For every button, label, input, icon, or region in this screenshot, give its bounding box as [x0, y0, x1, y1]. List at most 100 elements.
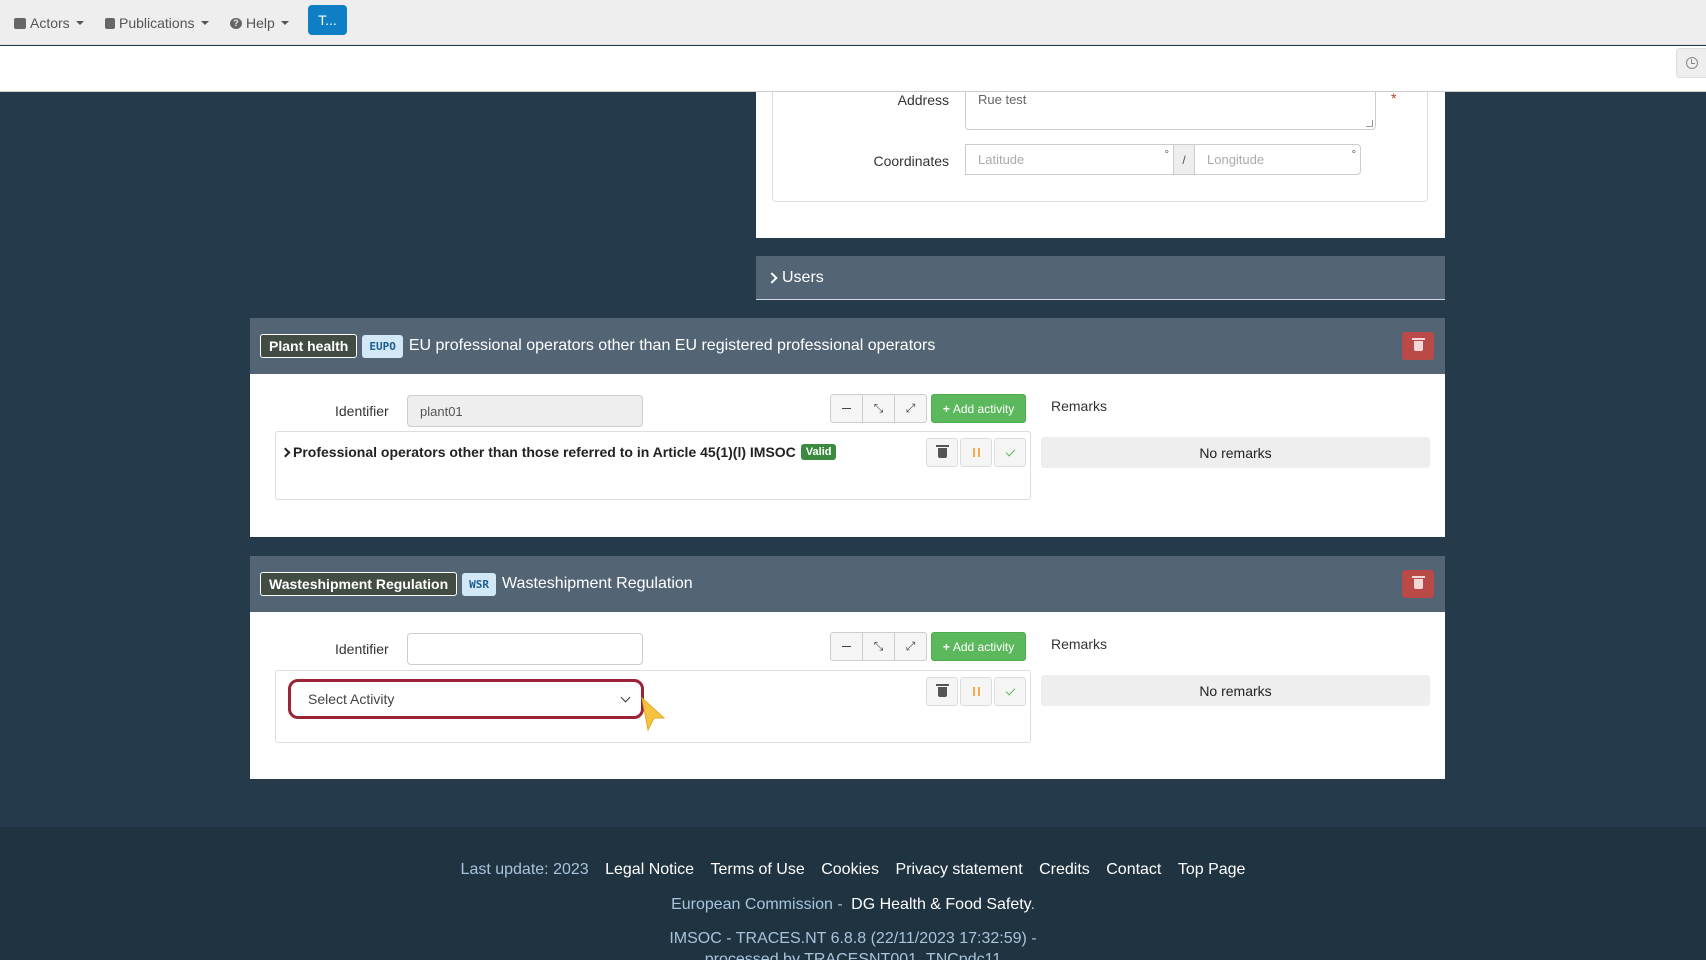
footer-version: IMSOC - TRACES.NT 6.8.8 (22/11/2023 17:3…	[669, 930, 1037, 947]
identifier-label: Identifier	[335, 641, 389, 657]
section-tag: Wasteshipment Regulation	[260, 572, 458, 596]
minus-icon	[842, 407, 851, 410]
identifier-label: Identifier	[335, 403, 389, 419]
chevron-down-icon	[620, 692, 631, 703]
collapse-button-group: ⤡ ⤢	[830, 632, 927, 661]
user-menu-button[interactable]: T...	[308, 5, 347, 35]
identifier-input[interactable]: plant01	[407, 395, 643, 427]
page-footer: Last update: 2023 Legal Notice Terms of …	[0, 827, 1706, 960]
expand-icon: ⤢	[905, 639, 916, 653]
add-activity-button[interactable]: + Add activity	[931, 394, 1026, 423]
footer-link-contact[interactable]: Contact	[1106, 861, 1161, 878]
nav-publications-label: Publications	[119, 15, 195, 31]
nav-help[interactable]: ? Help	[230, 12, 289, 34]
trash-icon	[935, 683, 949, 697]
section-header: Wasteshipment Regulation WSR Wasteshipme…	[250, 556, 1445, 612]
resize-handle-icon[interactable]	[1366, 120, 1373, 127]
footer-link-dg-health[interactable]: DG Health & Food Safety	[851, 896, 1030, 913]
remarks-box: No remarks	[1041, 437, 1430, 468]
remarks-label: Remarks	[1051, 636, 1108, 652]
top-navbar: Actors Publications ? Help T...	[0, 0, 1706, 45]
footer-link-terms-of-use[interactable]: Terms of Use	[711, 861, 805, 878]
remarks-box: No remarks	[1041, 675, 1430, 706]
activity-row[interactable]: Professional operators other than those …	[280, 444, 837, 460]
chevron-right-icon	[766, 271, 778, 284]
delete-section-button[interactable]	[1402, 332, 1434, 360]
add-activity-label: Add activity	[952, 401, 1015, 416]
add-activity-button[interactable]: + Add activity	[931, 632, 1026, 661]
minus-icon	[842, 645, 851, 648]
expand-button[interactable]: ⤢	[894, 632, 927, 661]
trash-icon	[935, 444, 949, 458]
registration-section-wasteshipment: Wasteshipment Regulation WSR Wasteshipme…	[250, 556, 1445, 779]
compress-icon: ⤡	[873, 639, 884, 653]
required-mark: *	[1391, 90, 1397, 106]
caret-down-icon	[75, 21, 84, 25]
latitude-input[interactable]: Latitude °	[965, 144, 1174, 175]
suspend-activity-button[interactable]	[960, 677, 992, 706]
collapse-button[interactable]	[830, 394, 863, 423]
compress-button[interactable]: ⤡	[862, 394, 895, 423]
clock-icon	[1685, 57, 1698, 69]
compress-button[interactable]: ⤡	[862, 632, 895, 661]
remarks-label: Remarks	[1051, 398, 1108, 414]
question-circle-icon: ?	[230, 17, 242, 29]
caret-down-icon	[200, 21, 209, 25]
delete-activity-button[interactable]	[926, 677, 958, 706]
last-update: Last update: 2023	[460, 861, 589, 878]
delete-section-button[interactable]	[1402, 570, 1434, 598]
coordinates-label: Coordinates	[873, 153, 950, 169]
validate-activity-button[interactable]	[994, 677, 1026, 706]
expand-button[interactable]: ⤢	[894, 394, 927, 423]
footer-link-legal-notice[interactable]: Legal Notice	[605, 861, 694, 878]
validate-activity-button[interactable]	[994, 438, 1026, 467]
identifier-input[interactable]	[407, 633, 643, 665]
footer-link-cookies[interactable]: Cookies	[821, 861, 879, 878]
address-fieldset: Address Rue test * Coordinates Latitude …	[772, 90, 1428, 202]
mouse-cursor-icon	[641, 696, 666, 732]
activity-title: Professional operators other than those …	[293, 444, 796, 460]
sub-toolbar	[0, 46, 1706, 92]
history-button[interactable]	[1676, 48, 1706, 78]
address-textarea[interactable]: Rue test	[965, 92, 1376, 130]
compress-icon: ⤡	[873, 401, 884, 415]
activity-actions	[926, 677, 1028, 706]
address-label: Address	[897, 92, 949, 108]
collapse-button-group: ⤡ ⤢	[830, 394, 927, 423]
footer-links-row: Last update: 2023 Legal Notice Terms of …	[0, 861, 1706, 879]
section-title: EU professional operators other than EU …	[408, 337, 936, 354]
nav-help-label: Help	[246, 15, 275, 31]
users-panel-header[interactable]: Users	[756, 256, 1445, 300]
id-card-icon	[14, 17, 26, 29]
footer-commission: European Commission -	[671, 896, 843, 913]
footer-link-privacy-statement[interactable]: Privacy statement	[895, 861, 1022, 878]
chevron-right-icon	[280, 447, 291, 457]
caret-down-icon	[280, 21, 289, 25]
check-icon	[1005, 685, 1015, 695]
footer-link-top-page[interactable]: Top Page	[1178, 861, 1246, 878]
select-activity-label: Select Activity	[308, 691, 395, 707]
delete-activity-button[interactable]	[926, 438, 958, 467]
status-badge: Valid	[800, 444, 837, 460]
footer-link-credits[interactable]: Credits	[1039, 861, 1090, 878]
footer-commission-row: European Commission - DG Health & Food S…	[0, 896, 1706, 914]
collapse-button[interactable]	[830, 632, 863, 661]
identifier-value: plant01	[420, 403, 463, 419]
longitude-input[interactable]: Longitude °	[1194, 144, 1361, 175]
add-activity-label: Add activity	[952, 639, 1015, 654]
plus-icon: +	[942, 401, 950, 416]
nav-publications[interactable]: Publications	[105, 12, 209, 34]
plus-icon: +	[942, 639, 950, 654]
activity-actions	[926, 438, 1028, 467]
suspend-activity-button[interactable]	[960, 438, 992, 467]
nav-actors[interactable]: Actors	[14, 12, 84, 34]
nav-actors-label: Actors	[30, 15, 70, 31]
users-panel-title: Users	[782, 268, 824, 286]
latitude-placeholder: Latitude	[978, 152, 1025, 167]
pause-icon	[972, 448, 980, 457]
section-title: Wasteshipment Regulation	[502, 575, 693, 592]
expand-icon: ⤢	[905, 401, 916, 415]
select-activity-dropdown[interactable]: Select Activity	[288, 679, 644, 719]
section-header: Plant health EUPO EU professional operat…	[250, 318, 1445, 374]
trash-icon	[1411, 338, 1425, 351]
